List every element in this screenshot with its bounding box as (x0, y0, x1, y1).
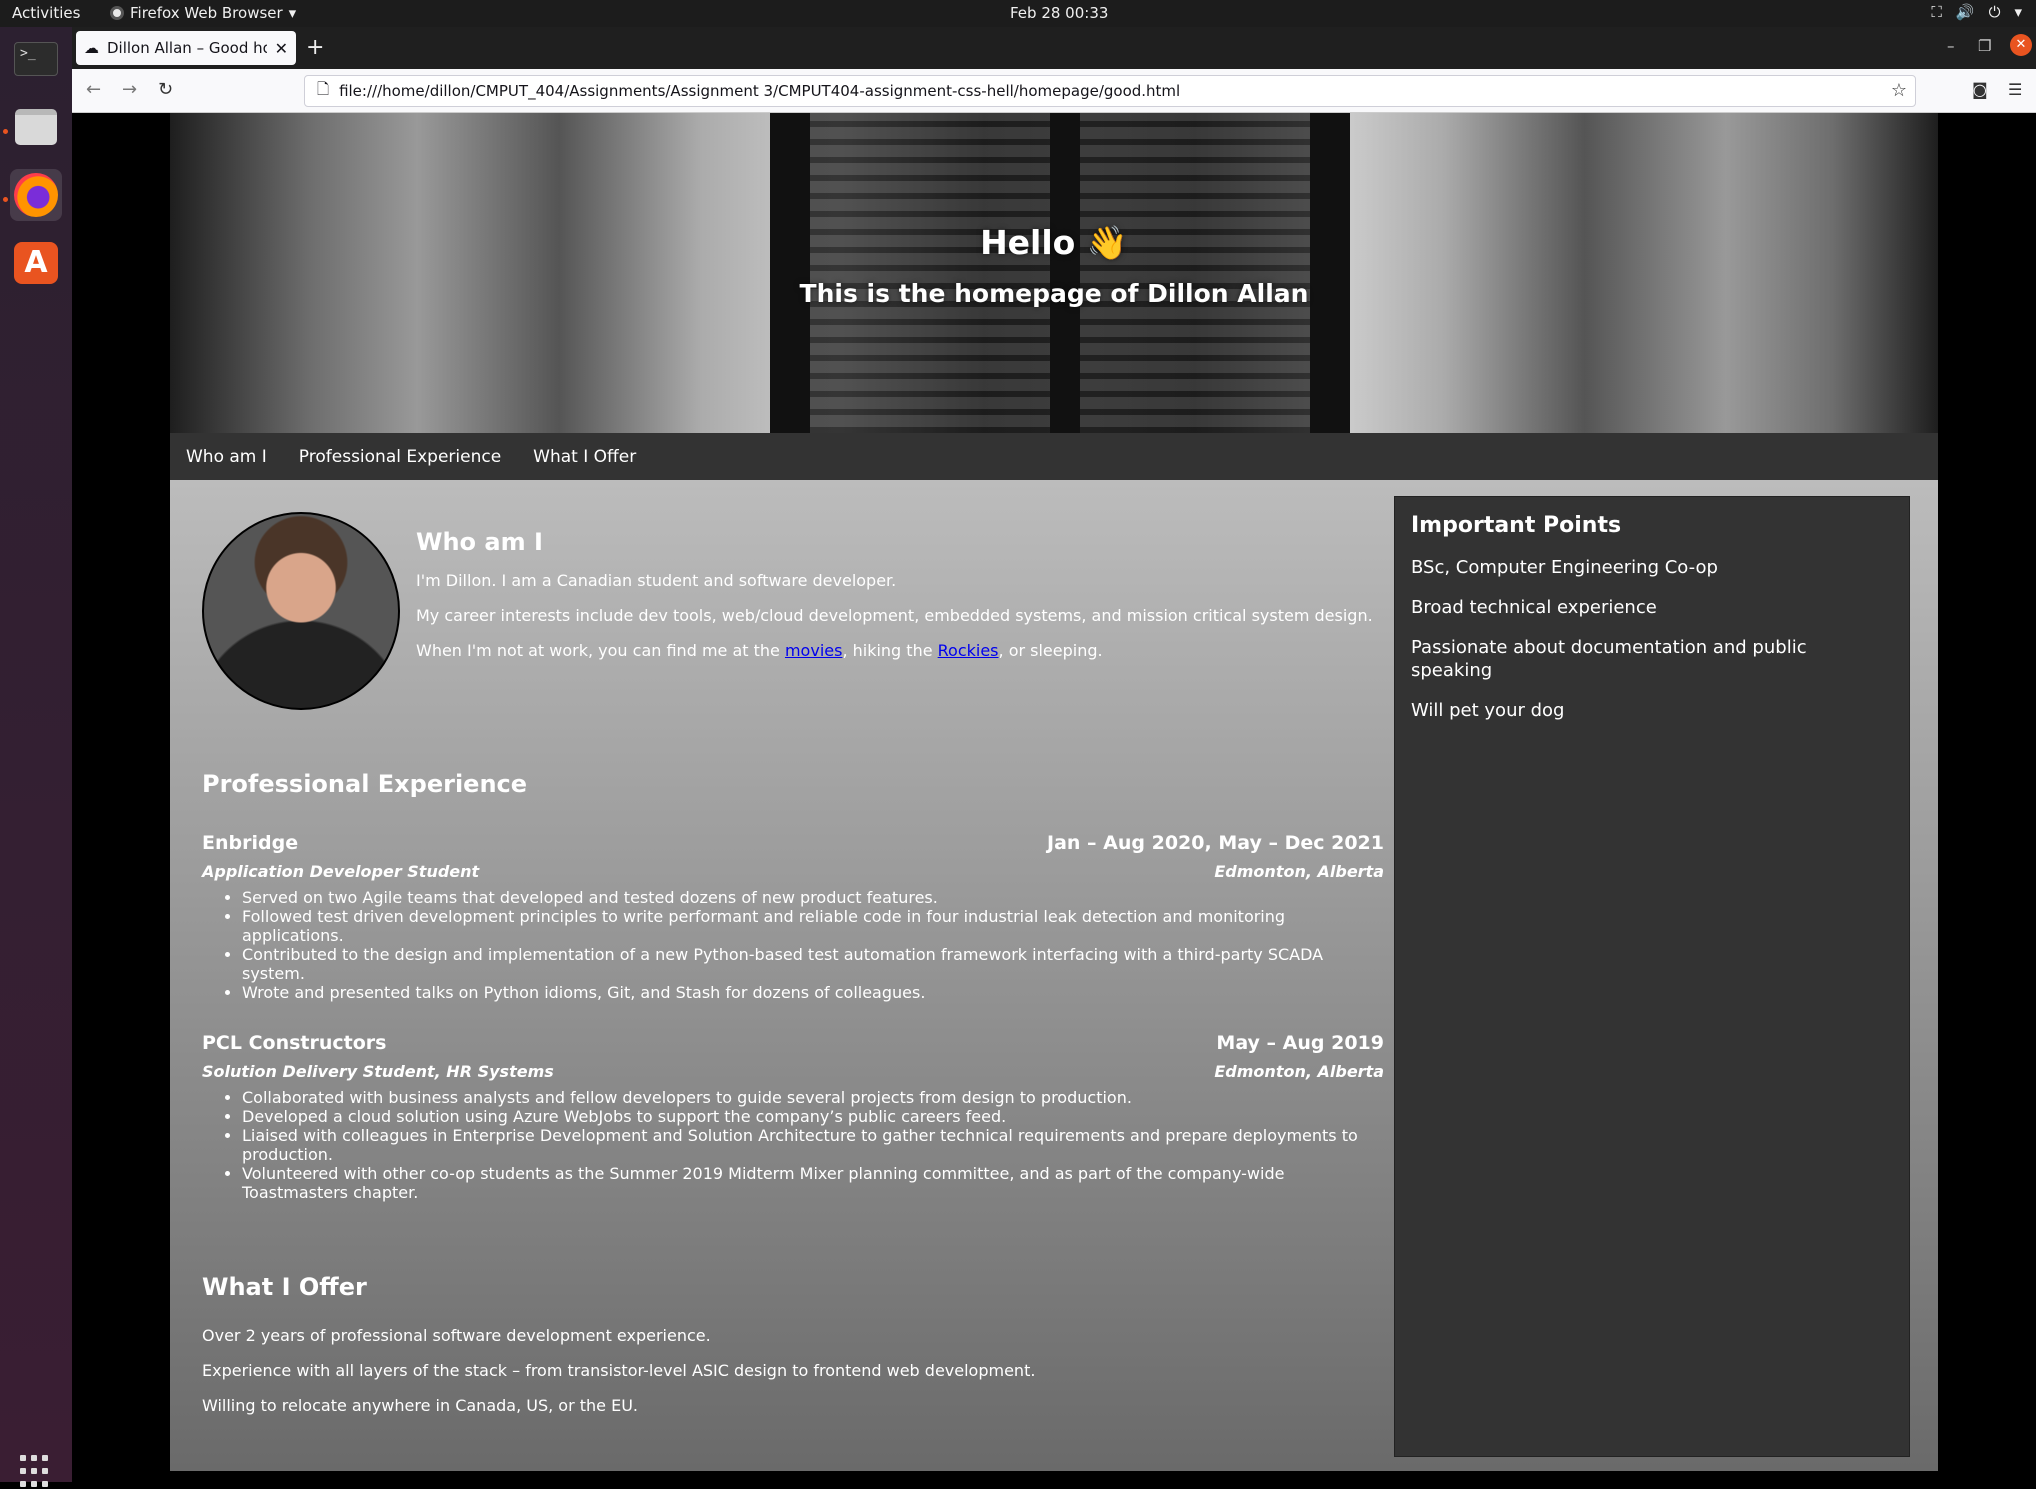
list-item: Volunteered with other co-op students as… (242, 1164, 1384, 1202)
list-item: Liaised with colleagues in Enterprise De… (242, 1126, 1384, 1164)
job-company: PCL Constructors (202, 1032, 387, 1054)
activities-button[interactable]: Activities (12, 4, 80, 22)
offer-item: Over 2 years of professional software de… (202, 1326, 711, 1345)
job-role: Application Developer Student (202, 862, 480, 881)
about-paragraph: I'm Dillon. I am a Canadian student and … (416, 571, 897, 590)
browser-tab[interactable]: ☁ Dillon Allan – Good homepage ✕ (76, 31, 296, 65)
list-item: Wrote and presented talks on Python idio… (242, 983, 1384, 1002)
pocket-icon[interactable]: ◙ (1972, 80, 1988, 99)
reload-icon[interactable]: ↻ (158, 79, 173, 100)
job-role: Solution Delivery Student, HR Systems (202, 1062, 554, 1081)
list-item: Followed test driven development princip… (242, 907, 1384, 945)
experience-section: Professional Experience Enbridge Jan – A… (202, 770, 1384, 1202)
job-entry: Enbridge Jan – Aug 2020, May – Dec 2021 … (202, 832, 1384, 1002)
window-close-icon[interactable]: ✕ (2010, 34, 2032, 56)
sidebar-heading: Important Points (1411, 513, 1622, 538)
list-item: Collaborated with business analysts and … (242, 1088, 1384, 1107)
sidebar-point: BSc, Computer Engineering Co-op (1411, 557, 1718, 578)
offer-heading: What I Offer (202, 1273, 367, 1301)
network-icon: ⛶ (1931, 3, 1942, 21)
chevron-down-icon: ▾ (2014, 3, 2022, 21)
software-store-icon: A (14, 242, 58, 284)
job-location: Edmonton, Alberta (1214, 1062, 1384, 1081)
hero-banner: Hello 👋 This is the homepage of Dillon A… (170, 113, 1938, 433)
job-location: Edmonton, Alberta (1214, 862, 1384, 881)
sidebar-point: Will pet your dog (1411, 700, 1565, 721)
firefox-icon (14, 173, 58, 217)
tab-title: Dillon Allan – Good homepage (107, 39, 267, 57)
app-menu[interactable]: Firefox Web Browser ▾ (110, 4, 296, 22)
job-bullets: Collaborated with business analysts and … (202, 1088, 1384, 1202)
terminal-icon: >_ (14, 42, 58, 76)
about-paragraph: When I'm not at work, you can find me at… (416, 641, 1103, 660)
minimize-icon[interactable]: – (1947, 37, 1955, 55)
url-bar[interactable]: 🗋 file:///home/dillon/CMPUT_404/Assignme… (304, 75, 1916, 107)
close-tab-icon[interactable]: ✕ (275, 39, 288, 58)
rockies-link[interactable]: Rockies (938, 641, 999, 660)
firefox-small-icon (110, 6, 124, 20)
sidebar-point: Broad technical experience (1411, 597, 1657, 618)
new-tab-button[interactable]: + (306, 35, 324, 60)
page-viewport: Hello 👋 This is the homepage of Dillon A… (72, 113, 2036, 1482)
running-indicator (3, 197, 8, 202)
hero-title: Hello 👋 (980, 223, 1128, 262)
homepage: Hello 👋 This is the homepage of Dillon A… (170, 113, 1938, 1471)
nav-link-who-am-i[interactable]: Who am I (186, 447, 267, 467)
chevron-down-icon: ▾ (288, 4, 297, 22)
tab-bar: ☁ Dillon Allan – Good homepage ✕ + – ❐ ✕ (72, 27, 2036, 69)
offer-item: Experience with all layers of the stack … (202, 1361, 1036, 1380)
nav-link-what-i-offer[interactable]: What I Offer (533, 447, 636, 467)
dock: >_ A (0, 27, 72, 1487)
about-paragraph: My career interests include dev tools, w… (416, 606, 1373, 625)
dock-firefox[interactable] (10, 169, 62, 221)
offer-item: Willing to relocate anywhere in Canada, … (202, 1396, 638, 1415)
important-points-sidebar: Important Points BSc, Computer Engineeri… (1394, 496, 1910, 1457)
site-navigation: Who am I Professional Experience What I … (170, 433, 1938, 480)
job-entry: PCL Constructors May – Aug 2019 Solution… (202, 1032, 1384, 1202)
page-content: Who am I I'm Dillon. I am a Canadian stu… (170, 480, 1938, 1471)
bookmark-star-icon[interactable]: ☆ (1891, 80, 1907, 101)
power-icon: ⏻ (1988, 3, 2001, 21)
offer-section: What I Offer Over 2 years of professiona… (202, 1273, 1384, 1415)
dock-software[interactable]: A (10, 237, 62, 289)
navigation-toolbar: ← → ↻ 🗋 file:///home/dillon/CMPUT_404/As… (72, 69, 2036, 113)
url-text: file:///home/dillon/CMPUT_404/Assignment… (339, 82, 1181, 100)
sidebar-point: Passionate about documentation and publi… (1411, 637, 1807, 681)
system-tray[interactable]: ⛶ 🔊 ⏻ ▾ (1931, 3, 2022, 21)
job-bullets: Served on two Agile teams that developed… (202, 888, 1384, 1002)
list-item: Served on two Agile teams that developed… (242, 888, 1384, 907)
about-heading: Who am I (416, 528, 543, 556)
app-menu-label: Firefox Web Browser (130, 4, 283, 22)
clock[interactable]: Feb 28 00:33 (1010, 4, 1108, 22)
gnome-top-bar: Activities Firefox Web Browser ▾ Feb 28 … (0, 0, 2036, 27)
back-arrow-icon[interactable]: ← (86, 79, 101, 100)
page-icon: ☁ (84, 39, 99, 57)
list-item: Contributed to the design and implementa… (242, 945, 1384, 983)
about-section: Who am I I'm Dillon. I am a Canadian stu… (202, 512, 1384, 712)
hero-text: Hello 👋 This is the homepage of Dillon A… (170, 223, 1938, 308)
list-item: Developed a cloud solution using Azure W… (242, 1107, 1384, 1126)
dock-terminal[interactable]: >_ (10, 33, 62, 85)
files-icon (15, 109, 57, 145)
movies-link[interactable]: movies (785, 641, 842, 660)
job-dates: Jan – Aug 2020, May – Dec 2021 (1047, 832, 1384, 854)
file-icon: 🗋 (317, 79, 330, 98)
hamburger-menu-icon[interactable]: ☰ (2008, 80, 2022, 99)
restore-icon[interactable]: ❐ (1978, 37, 1991, 55)
volume-icon: 🔊 (1955, 3, 1975, 21)
profile-photo (202, 512, 400, 710)
experience-heading: Professional Experience (202, 770, 528, 798)
job-company: Enbridge (202, 832, 299, 854)
dock-files[interactable] (10, 101, 62, 153)
nav-link-professional-experience[interactable]: Professional Experience (299, 447, 501, 467)
job-dates: May – Aug 2019 (1216, 1032, 1384, 1054)
show-apps-icon[interactable] (20, 1455, 54, 1489)
running-indicator (3, 129, 8, 134)
forward-arrow-icon[interactable]: → (122, 79, 137, 100)
hero-subtitle: This is the homepage of Dillon Allan (799, 279, 1309, 308)
